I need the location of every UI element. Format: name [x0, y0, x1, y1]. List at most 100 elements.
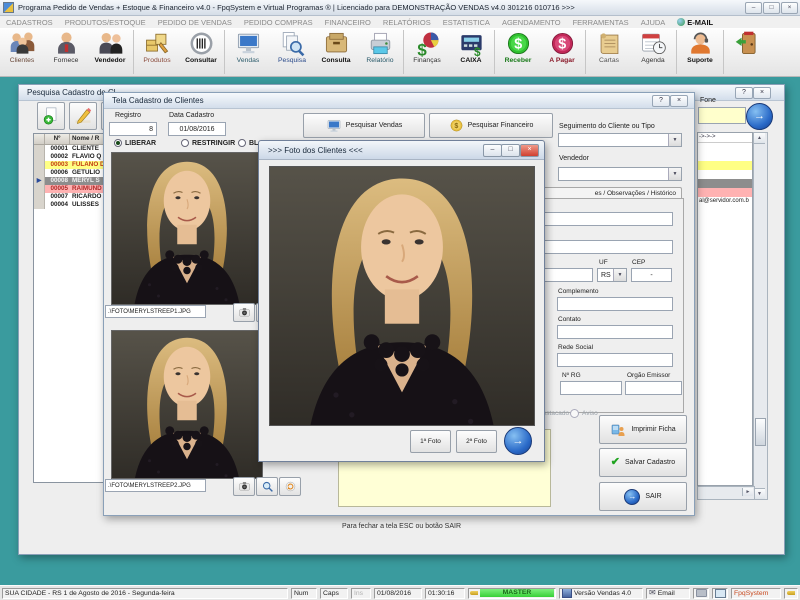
pesquisar-vendas-button[interactable]: Pesquisar Vendas: [303, 113, 425, 138]
list-item[interactable]: [698, 206, 752, 215]
maximize-icon[interactable]: [501, 144, 520, 157]
toolbar-item[interactable]: Receber: [494, 30, 540, 74]
list-item[interactable]: [698, 188, 752, 197]
status-panel: Versão Vendas 4.0: [559, 588, 643, 599]
client-photo-1: [111, 152, 263, 305]
menu-item[interactable]: ESTATISTICA: [437, 18, 496, 27]
toolbar-item[interactable]: Finanças: [403, 30, 449, 74]
toolbar-item[interactable]: Vendedor: [88, 30, 132, 74]
help-icon[interactable]: [735, 87, 753, 99]
rede-social-field[interactable]: [557, 353, 673, 367]
toolbar-item[interactable]: Consultar: [179, 30, 223, 74]
fone-input[interactable]: [698, 107, 746, 124]
radio-bloquear[interactable]: BL: [238, 139, 258, 147]
close-icon[interactable]: [753, 87, 771, 99]
toolbar-item[interactable]: Produtos: [133, 30, 179, 74]
complemento-field[interactable]: [557, 297, 673, 311]
minimize-icon[interactable]: [483, 144, 502, 157]
sair-button[interactable]: SAIR: [599, 482, 687, 511]
toolbar-item-label: CAIXA: [460, 57, 481, 64]
toolbar-item[interactable]: Consulta: [314, 30, 358, 74]
rg-field[interactable]: [560, 381, 622, 395]
toolbar-item[interactable]: Relatório: [358, 30, 402, 74]
chevron-down-icon[interactable]: [668, 168, 681, 180]
data-cadastro-field[interactable]: 01/08/2016: [168, 122, 226, 136]
close-icon[interactable]: [520, 144, 539, 157]
registro-field[interactable]: 8: [109, 122, 157, 136]
foto-titlebar[interactable]: >>> Foto dos Clientes <<<: [259, 141, 544, 160]
status-panel: [712, 588, 728, 599]
status-panel-text: 01:30:16: [428, 589, 454, 598]
list-item[interactable]: [698, 170, 752, 179]
toolbar-item[interactable]: Agenda: [631, 30, 675, 74]
scroll-up-icon[interactable]: ▲: [754, 133, 765, 144]
chevron-down-icon[interactable]: [613, 269, 626, 281]
close-icon[interactable]: [670, 95, 688, 107]
toolbar-item[interactable]: Clientes: [0, 30, 44, 74]
menu-item[interactable]: FERRAMENTAS: [567, 18, 635, 27]
uf-select[interactable]: RS: [597, 268, 627, 282]
menu-item-label: AGENDAMENTO: [502, 18, 561, 27]
minimize-icon[interactable]: –: [745, 2, 762, 14]
toolbar-item-label: A Pagar: [549, 57, 574, 64]
salvar-cadastro-button[interactable]: ✔ Salvar Cadastro: [599, 448, 687, 477]
toolbar-item[interactable]: Cartas: [585, 30, 631, 74]
chevron-down-icon[interactable]: [668, 134, 681, 146]
list-item[interactable]: ->->->: [698, 133, 752, 143]
scroll-down-icon[interactable]: ▼: [754, 488, 765, 499]
list-item[interactable]: [698, 161, 752, 170]
foto2-button[interactable]: 2ª Foto: [456, 430, 497, 453]
photo2-path-field[interactable]: .\FOTO\MERYLSTREEP2.JPG: [105, 479, 206, 492]
radio-liberar[interactable]: LIBERAR: [114, 139, 156, 147]
toolbar-item[interactable]: Pesquisa: [270, 30, 314, 74]
next-arrow-icon[interactable]: [504, 427, 532, 455]
edit-record-button[interactable]: [69, 102, 97, 130]
contato-field[interactable]: [557, 325, 673, 339]
imprimir-ficha-button[interactable]: Imprimir Ficha: [599, 415, 687, 444]
new-record-button[interactable]: [37, 102, 65, 130]
radio-restringir[interactable]: RESTRINGIR: [181, 139, 235, 147]
view-photo2-button[interactable]: [256, 477, 278, 496]
cadastro-titlebar[interactable]: Tela Cadastro de Clientes: [104, 93, 694, 109]
portrait-image: [112, 153, 262, 304]
radio-aviso[interactable]: Aviso: [570, 409, 598, 418]
menu-item[interactable]: CADASTROS: [0, 18, 59, 27]
toolbar-item[interactable]: A Pagar: [540, 30, 584, 74]
toolbar-item[interactable]: CAIXA: [449, 30, 493, 74]
list-item[interactable]: [698, 152, 752, 161]
photo1-path-field[interactable]: .\FOTO\MERYLSTREEP1.JPG: [105, 305, 206, 318]
maximize-icon[interactable]: □: [763, 2, 780, 14]
toolbar-item[interactable]: Fornece: [44, 30, 88, 74]
list-item[interactable]: al@servidor.com.b: [698, 197, 752, 206]
vertical-scrollbar[interactable]: ▲ ▼: [753, 132, 768, 500]
menu-item[interactable]: RELATÓRIOS: [377, 18, 437, 27]
capture-photo2-button[interactable]: [233, 477, 255, 496]
list-item[interactable]: [698, 179, 752, 188]
vendedor-select[interactable]: [558, 167, 682, 181]
help-icon[interactable]: [652, 95, 670, 107]
menu-item[interactable]: PEDIDO COMPRAS: [238, 18, 319, 27]
menu-item[interactable]: PEDIDO DE VENDAS: [152, 18, 238, 27]
toolbar-item-label: Vendas: [237, 57, 260, 64]
menu-item[interactable]: PRODUTOS/ESTOQUE: [59, 18, 152, 27]
pesquisar-financeiro-button[interactable]: Pesquisar Financeiro: [429, 113, 553, 138]
reload-photo2-button[interactable]: [279, 477, 301, 496]
menu-item[interactable]: E-MAIL: [671, 18, 719, 27]
toolbar-item[interactable]: Vendas: [224, 30, 270, 74]
cep-field[interactable]: -: [631, 268, 672, 282]
number-header: Nº: [45, 134, 70, 144]
menu-item[interactable]: FINANCEIRO: [319, 18, 377, 27]
menu-item[interactable]: AJUDA: [635, 18, 672, 27]
orgao-emissor-field[interactable]: [625, 381, 682, 395]
scrollbar-thumb[interactable]: [755, 418, 766, 446]
seguimento-select[interactable]: [558, 133, 682, 147]
foto1-button[interactable]: 1ª Foto: [410, 430, 451, 453]
toolbar-item[interactable]: [723, 30, 769, 74]
horizontal-scrollbar[interactable]: [697, 486, 755, 500]
search-go-icon[interactable]: [746, 103, 773, 130]
capture-photo1-button[interactable]: [233, 303, 255, 322]
list-item[interactable]: [698, 143, 752, 152]
toolbar-item[interactable]: Suporte: [676, 30, 722, 74]
close-icon[interactable]: ×: [781, 2, 798, 14]
menu-item[interactable]: AGENDAMENTO: [496, 18, 567, 27]
